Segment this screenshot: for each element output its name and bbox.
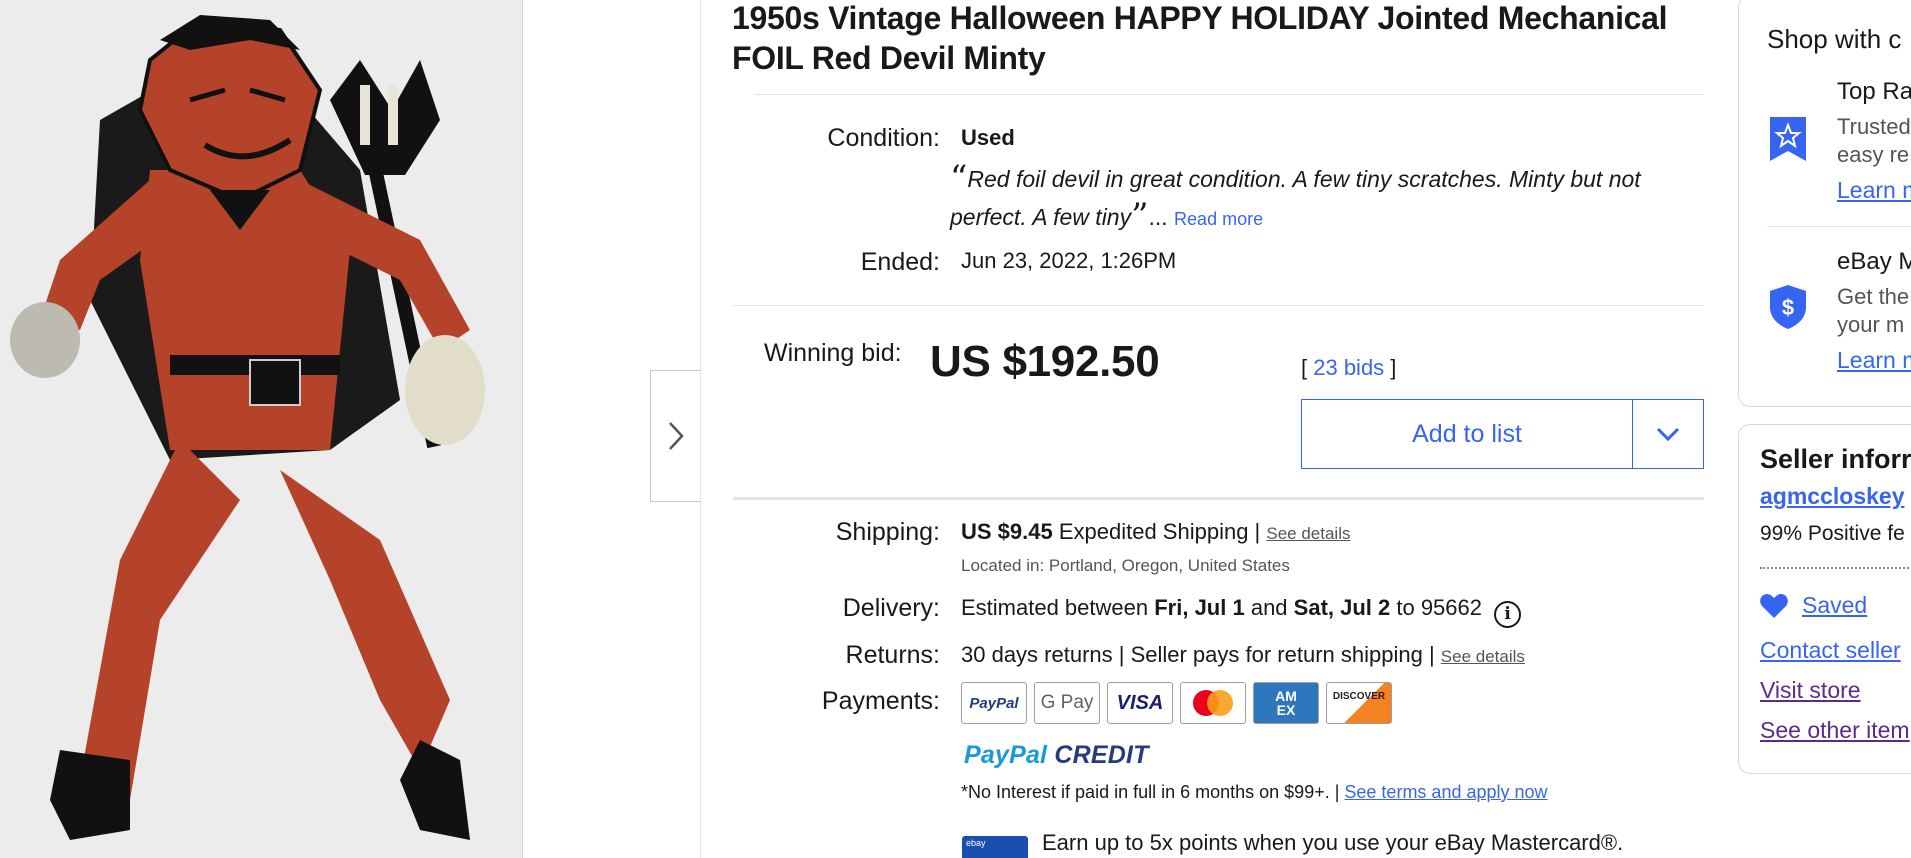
returns-see-details-link[interactable]: See details [1441, 647, 1525, 666]
google-pay-text: G Pay [1040, 692, 1094, 713]
ebay-mastercard-image: ebay [962, 836, 1028, 858]
shop-with-confidence-heading: Shop with c [1767, 24, 1902, 54]
visa-logo: VISA [1107, 682, 1173, 724]
listing-details: 1950s Vintage Halloween HAPPY HOLIDAY Jo… [732, 0, 1704, 78]
money-back-line2: your m [1837, 312, 1905, 337]
devil-figure-image [0, 0, 522, 858]
dollar-shield-icon: $ [1770, 285, 1806, 329]
delivery-zip: to 95662 [1390, 595, 1482, 620]
condition-value: Used [961, 125, 1015, 150]
saved-label: Saved [1802, 592, 1868, 618]
paypal-text: PayPal [969, 694, 1019, 712]
mastercard-promo: Earn up to 5x points when you use your e… [1042, 830, 1624, 855]
dotted-divider [1760, 567, 1911, 569]
ellipsis: ... [1148, 204, 1168, 230]
visa-text: VISA [1116, 691, 1164, 714]
see-other-items-link[interactable]: See other item [1760, 717, 1910, 744]
winning-bid-price: US $192.50 [930, 337, 1160, 386]
star-badge-icon [1770, 117, 1806, 161]
payment-methods: PayPal G Pay VISA AM EX DISCOVER [961, 682, 1392, 724]
add-to-list-control: Add to list [1301, 399, 1704, 469]
payments-label: Payments: [821, 687, 940, 715]
condition-label: Condition: [827, 124, 940, 152]
money-back-title: eBay M [1837, 248, 1911, 275]
visit-store-link[interactable]: Visit store [1760, 677, 1861, 704]
paypal-credit-credit: CREDIT [1047, 741, 1149, 769]
amex-logo: AM EX [1253, 682, 1319, 724]
learn-more-top-rated-link[interactable]: Learn m [1837, 177, 1911, 204]
terms-text: *No Interest if paid in full in 6 months… [961, 782, 1345, 802]
divider [754, 94, 1704, 95]
add-to-list-button[interactable]: Add to list [1302, 400, 1633, 468]
discover-logo: DISCOVER [1326, 682, 1392, 724]
seller-name-link[interactable]: agmccloskey [1760, 483, 1904, 510]
item-location: Located in: Portland, Oregon, United Sta… [961, 556, 1290, 575]
seller-notes-text: Red foil devil in great condition. A few… [950, 166, 1641, 230]
open-quote: “ [950, 158, 968, 198]
top-rated-line2: easy re [1837, 142, 1910, 167]
mastercard-icon [1193, 690, 1233, 716]
bracket-close: ] [1384, 355, 1397, 380]
ended-value: Jun 23, 2022, 1:26PM [961, 248, 1177, 273]
paypal-credit-terms: *No Interest if paid in full in 6 months… [961, 782, 1548, 803]
bids-link[interactable]: 23 bids [1313, 355, 1384, 380]
delivery-end: Sat, Jul 2 [1293, 595, 1391, 620]
amex-text: AM EX [1275, 688, 1297, 718]
ebay-card-text: ebay [966, 838, 986, 848]
returns-value: 30 days returns | Seller pays for return… [961, 642, 1525, 668]
bracket-open: [ [1301, 355, 1314, 380]
contact-seller-link[interactable]: Contact seller [1760, 637, 1901, 664]
close-quote: ” [1131, 196, 1149, 236]
delivery-mid: and [1244, 595, 1294, 620]
divider [733, 497, 1704, 500]
delivery-start: Fri, Jul 1 [1154, 595, 1245, 620]
top-rated-line1: Trusted [1837, 114, 1911, 139]
returns-label: Returns: [845, 641, 940, 669]
divider [1767, 226, 1911, 227]
google-pay-logo: G Pay [1034, 682, 1100, 724]
heart-icon [1760, 593, 1788, 618]
delivery-label: Delivery: [842, 594, 940, 622]
read-more-link[interactable]: Read more [1174, 209, 1263, 229]
paypal-logo: PayPal [961, 682, 1027, 724]
seller-notes: “Red foil devil in great condition. A fe… [950, 160, 1720, 238]
listing-title: 1950s Vintage Halloween HAPPY HOLIDAY Jo… [732, 0, 1668, 76]
chevron-down-icon [1656, 427, 1680, 442]
svg-text:$: $ [1782, 295, 1794, 320]
delivery-pre: Estimated between [961, 595, 1155, 620]
divider [733, 305, 1704, 306]
chevron-right-icon [668, 422, 684, 450]
shipping-label: Shipping: [835, 518, 940, 546]
top-rated-title: Top Ra [1837, 78, 1911, 105]
divider [700, 0, 701, 858]
seller-info-heading: Seller inforr [1760, 444, 1911, 474]
info-icon[interactable]: i [1494, 601, 1522, 628]
product-image[interactable] [0, 0, 523, 858]
bid-count: [ 23 bids ] [1301, 355, 1396, 381]
shipping-price: US $9.45 [961, 519, 1053, 544]
money-back-line1: Get the [1837, 284, 1910, 309]
shipping-method: Expedited Shipping | [1052, 519, 1267, 544]
learn-more-money-back-link[interactable]: Learn m [1837, 347, 1911, 374]
ended-label: Ended: [860, 248, 940, 276]
saved-seller-toggle[interactable]: Saved [1760, 592, 1867, 619]
returns-text: 30 days returns | Seller pays for return… [961, 642, 1441, 667]
see-terms-link[interactable]: See terms and apply now [1344, 782, 1547, 802]
delivery-value: Estimated between Fri, Jul 1 and Sat, Ju… [961, 595, 1522, 628]
discover-text: DISCOVER [1332, 690, 1386, 702]
winning-bid-label: Winning bid: [764, 339, 902, 367]
add-to-list-dropdown[interactable] [1633, 400, 1703, 468]
paypal-credit-paypal: PayPal [964, 741, 1048, 769]
seller-feedback: 99% Positive fe [1760, 522, 1905, 545]
next-image-button[interactable] [650, 370, 700, 502]
shipping-see-details-link[interactable]: See details [1266, 524, 1350, 543]
mastercard-logo [1180, 682, 1246, 724]
shipping-value: US $9.45 Expedited Shipping | See detail… [961, 519, 1351, 545]
paypal-credit-logo: PayPal CREDIT [964, 741, 1149, 770]
